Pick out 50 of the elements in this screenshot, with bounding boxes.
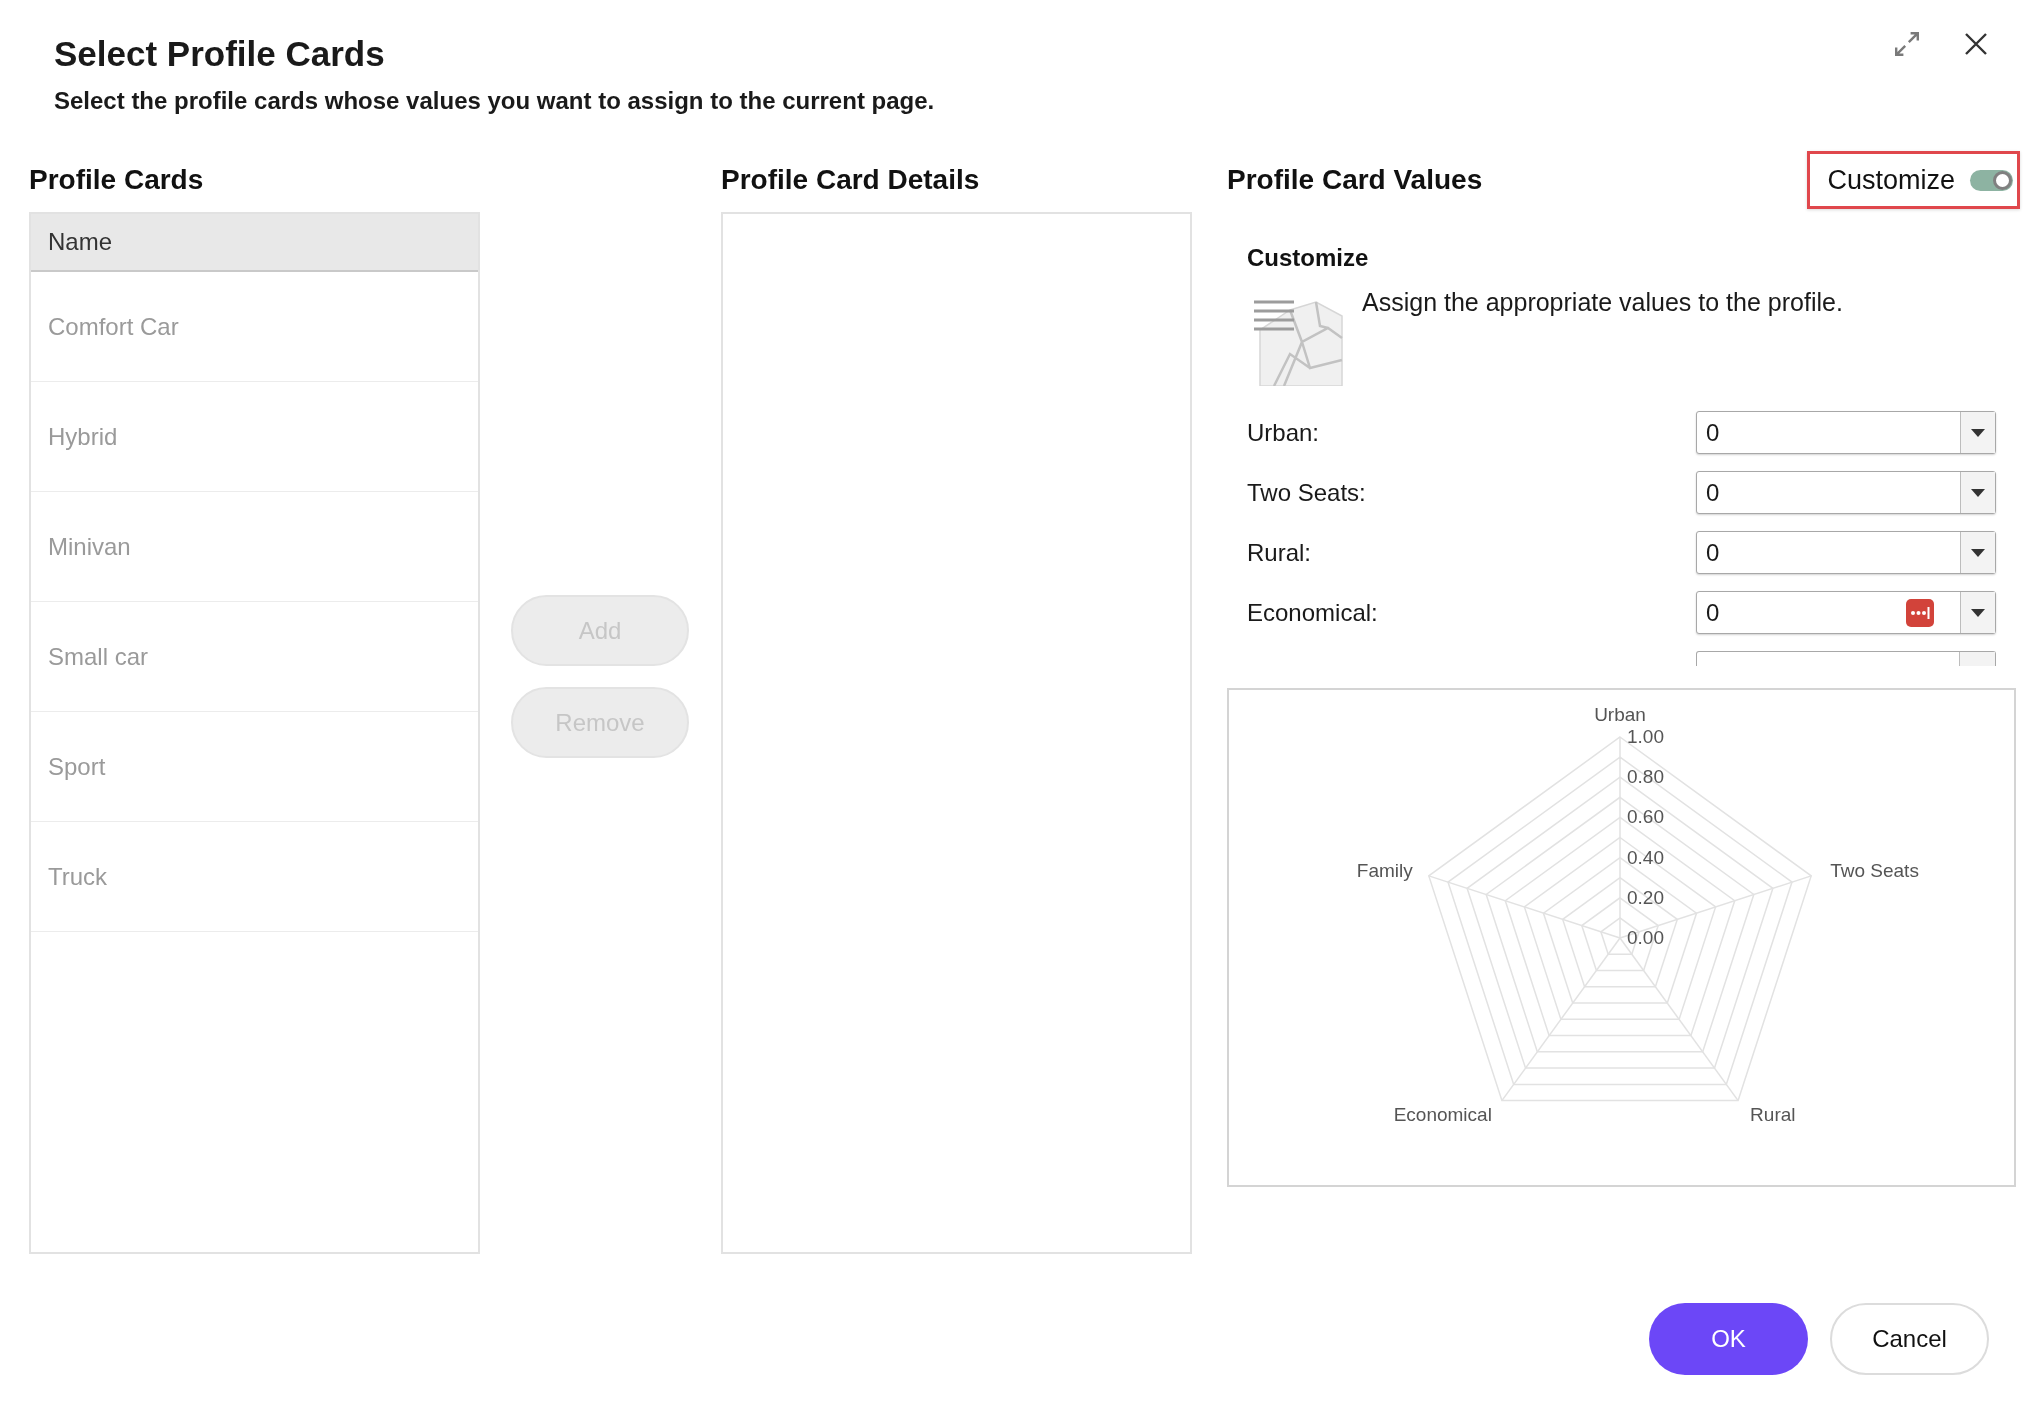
close-icon[interactable] [1965, 33, 1987, 55]
dropdown-button[interactable] [1960, 532, 1995, 573]
list-row[interactable]: Hybrid [31, 382, 478, 492]
dropdown-field[interactable] [1696, 651, 1996, 666]
list-row[interactable]: Truck [31, 822, 478, 932]
list-row[interactable]: Minivan [31, 492, 478, 602]
section-heading: Profile Cards [29, 163, 205, 197]
caret-icon [1971, 428, 1985, 437]
axis-label: Rural [1750, 1103, 1796, 1125]
column-header: Name [31, 214, 478, 272]
dropdown-field[interactable]: 0 [1696, 531, 1996, 574]
field-label: Economical: [1247, 597, 1379, 628]
dialog-subtitle: Select the profile cards whose values you want to assign to the current page. [54, 86, 935, 116]
axis-label: Urban [1594, 704, 1646, 725]
dropdown-field[interactable]: 0 [1696, 471, 1996, 514]
expand-icon[interactable] [1895, 32, 1919, 56]
list-row[interactable]: Small car [31, 602, 478, 712]
caret-icon [1971, 608, 1985, 617]
caret-icon [1971, 548, 1985, 557]
axis-label: Family [1356, 859, 1413, 881]
dropdown-field[interactable]: 0 [1696, 591, 1996, 634]
section-heading: Profile Card Values [1227, 163, 1483, 197]
cancel-button[interactable]: Cancel [1830, 1303, 1989, 1375]
toggle-label: Customize [1827, 164, 1955, 196]
dropdown-button[interactable] [1960, 412, 1995, 453]
list-row[interactable]: Sport [31, 712, 478, 822]
ok-button[interactable]: OK [1649, 1303, 1808, 1375]
subsection-heading: Customize [1247, 243, 1370, 273]
dropdown-button[interactable] [1960, 592, 1995, 633]
field-label: Urban: [1247, 417, 1321, 448]
tick-label: 0.20 [1627, 886, 1664, 908]
tick-label: 0.40 [1627, 846, 1664, 868]
list-row[interactable]: Comfort Car [31, 272, 478, 382]
axis-label: Economical [1393, 1103, 1492, 1125]
description-text: Assign the appropriate values to the profile. [1362, 287, 1843, 318]
field-label: Two Seats: [1247, 477, 1367, 508]
tick-label: 0.80 [1627, 766, 1664, 788]
dropdown-button[interactable] [1960, 472, 1995, 513]
tick-label: 0.00 [1627, 927, 1664, 948]
dialog-title: Select Profile Cards [54, 33, 386, 74]
tick-label: 1.00 [1627, 726, 1664, 747]
chart-thumbnail-icon [1254, 298, 1343, 386]
tick-label: 0.60 [1627, 806, 1664, 828]
caret-icon [1971, 488, 1985, 497]
section-heading: Profile Card Details [721, 163, 981, 197]
toggle-switch[interactable] [1970, 169, 2013, 191]
field-label: Rural: [1247, 537, 1313, 568]
dots-icon[interactable] [1906, 598, 1934, 627]
axis-label: Two Seats [1830, 859, 1919, 881]
dropdown-field[interactable]: 0 [1696, 411, 1996, 454]
